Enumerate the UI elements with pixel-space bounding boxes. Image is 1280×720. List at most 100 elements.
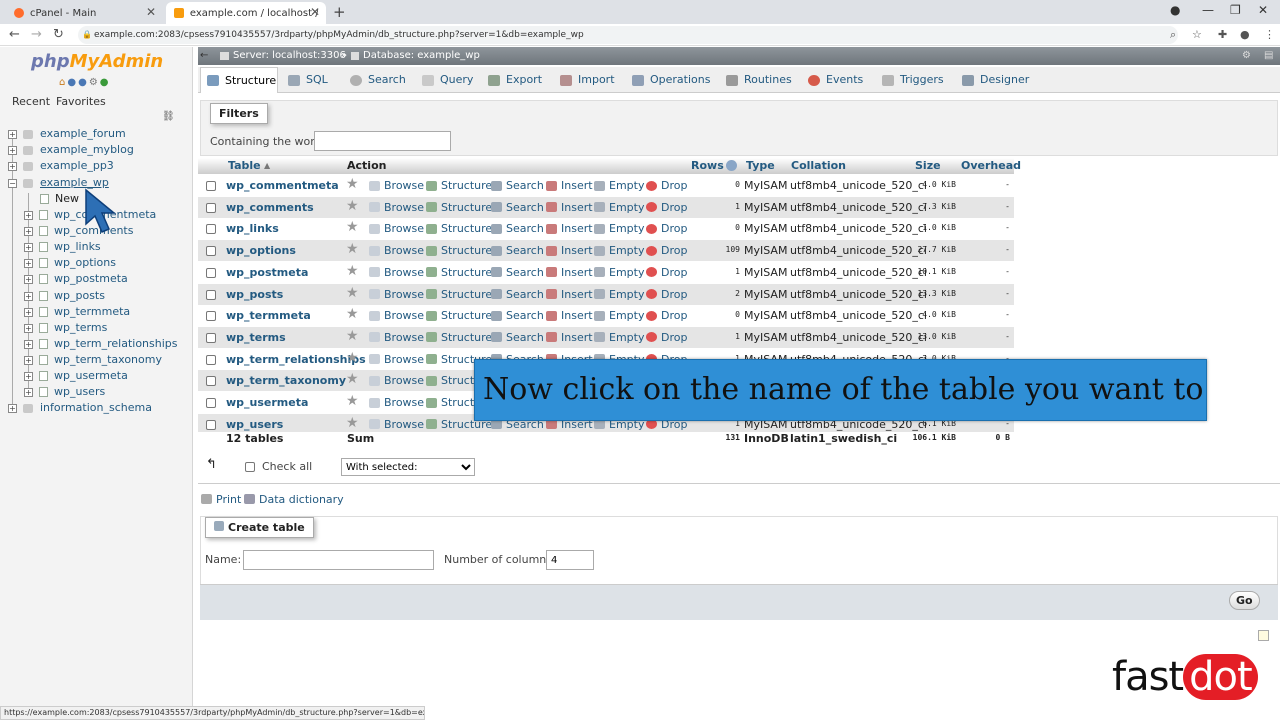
tab-events[interactable]: Events [808,67,863,93]
tree-table-item[interactable]: + wp_term_taxonomy [24,352,162,368]
insert-action[interactable]: Insert [546,201,593,214]
url-field[interactable]: 🔒 example.com:2083/cpsess7910435557/3rdp… [78,26,1178,44]
menu-kebab-icon[interactable]: ⋮ [1264,28,1275,41]
structure-action[interactable]: Structure [426,222,492,235]
tab-import[interactable]: Import [560,67,615,93]
search-action[interactable]: Search [491,244,544,257]
tree-table-item[interactable]: + wp_options [24,255,116,271]
breadcrumb-database[interactable]: Database: example_wp [363,47,480,65]
help-icon[interactable] [726,160,737,171]
expand-icon[interactable]: + [24,258,33,268]
table-name-link[interactable]: wp_commentmeta [226,179,339,192]
table-name-link[interactable]: wp_posts [226,288,283,301]
tab-operations[interactable]: Operations [632,67,710,93]
favorite-star-icon[interactable]: ★ [346,263,359,279]
insert-action[interactable]: Insert [546,222,593,235]
forward-icon[interactable]: → [31,27,42,42]
collapse-icon[interactable]: − [8,178,17,188]
insert-action[interactable]: Insert [546,179,593,192]
col-header-type[interactable]: Type [746,159,775,172]
go-button[interactable]: Go [1229,591,1260,610]
collapse-link-icon[interactable]: ⛓ [162,111,175,122]
close-window-icon[interactable]: ✕ [1258,3,1268,17]
back-icon[interactable]: ← [9,27,20,42]
drop-action[interactable]: Drop [646,222,687,235]
row-checkbox[interactable] [206,267,216,278]
row-checkbox[interactable] [206,376,216,387]
table-label[interactable]: wp_usermeta [54,368,128,384]
favorite-star-icon[interactable]: ★ [346,371,359,387]
logout-icon[interactable]: ● [67,77,78,88]
table-name-link[interactable]: wp_links [226,222,279,235]
row-checkbox[interactable] [206,332,216,343]
drop-action[interactable]: Drop [646,266,687,279]
empty-action[interactable]: Empty [594,201,644,214]
expand-icon[interactable]: + [8,161,17,171]
table-name-link[interactable]: wp_usermeta [226,396,308,409]
minimize-icon[interactable]: — [1202,3,1214,17]
expand-icon[interactable]: + [24,323,33,333]
search-action[interactable]: Search [491,201,544,214]
insert-action[interactable]: Insert [546,244,593,257]
search-action[interactable]: Search [491,288,544,301]
expand-icon[interactable]: + [8,403,17,413]
table-label[interactable]: wp_termmeta [54,304,130,320]
tab-phpmyadmin[interactable]: example.com / localhost / examp ✕ [166,2,326,24]
tree-table-item[interactable]: + wp_term_relationships [24,336,178,352]
structure-action[interactable]: Structure [426,266,492,279]
close-tab-icon[interactable]: ✕ [310,5,320,19]
browse-action[interactable]: Browse [369,266,424,279]
tree-table-item[interactable]: + wp_users [24,384,105,400]
table-name-link[interactable]: wp_comments [226,201,314,214]
favorite-star-icon[interactable]: ★ [346,350,359,366]
new-tab-icon[interactable]: + [333,3,346,21]
table-name-input[interactable] [243,550,434,570]
row-checkbox[interactable] [206,419,216,430]
phpmyadmin-logo[interactable]: phpMyAdmin [31,51,163,72]
tree-table-item[interactable]: + wp_terms [24,320,107,336]
settings-gear-icon[interactable]: ⚙ [1242,47,1251,65]
browse-action[interactable]: Browse [369,309,424,322]
favorite-star-icon[interactable]: ★ [346,328,359,344]
tree-table-item[interactable]: + wp_usermeta [24,368,128,384]
expand-icon[interactable]: + [24,291,33,301]
tab-structure[interactable]: Structure [200,67,278,93]
empty-action[interactable]: Empty [594,331,644,344]
reload-nav-icon[interactable]: ● [100,77,111,88]
tab-cpanel[interactable]: cPanel - Main ✕ [6,2,162,24]
expand-icon[interactable]: + [24,387,33,397]
print-link[interactable]: Print [216,493,241,506]
filter-input[interactable] [314,131,451,151]
table-label[interactable]: wp_terms [54,320,107,336]
table-label[interactable]: wp_links [54,239,101,255]
settings-gear-icon[interactable]: ⚙ [89,77,100,88]
maximize-icon[interactable]: ❐ [1230,3,1241,17]
expand-icon[interactable]: + [24,210,33,220]
reload-icon[interactable]: ↻ [53,27,64,42]
favorite-star-icon[interactable]: ★ [346,306,359,322]
table-name-link[interactable]: wp_termmeta [226,309,311,322]
favorite-star-icon[interactable]: ★ [346,219,359,235]
tree-table-item[interactable]: + wp_termmeta [24,304,130,320]
expand-icon[interactable]: + [8,145,17,155]
expand-icon[interactable]: + [24,355,33,365]
favorite-star-icon[interactable]: ★ [346,198,359,214]
empty-action[interactable]: Empty [594,179,644,192]
row-checkbox[interactable] [206,224,216,235]
expand-page-icon[interactable]: ▤ [1264,47,1273,65]
drop-action[interactable]: Drop [646,179,687,192]
tree-table-item[interactable]: + wp_links [24,239,101,255]
docs-icon[interactable]: ● [78,77,89,88]
browse-action[interactable]: Browse [369,331,424,344]
search-action[interactable]: Search [491,222,544,235]
table-name-link[interactable]: wp_term_relationships [226,353,366,366]
data-dictionary-link[interactable]: Data dictionary [259,493,344,506]
table-label[interactable]: wp_posts [54,288,105,304]
browse-action[interactable]: Browse [369,179,424,192]
collapse-arrow-icon[interactable]: ← [200,47,208,65]
db-label[interactable]: example_myblog [40,142,134,158]
tree-table-item[interactable]: + wp_posts [24,288,105,304]
tab-triggers[interactable]: Triggers [882,67,944,93]
row-checkbox[interactable] [206,181,216,191]
db-item-example-pp3[interactable]: + example_pp3 [8,158,114,174]
